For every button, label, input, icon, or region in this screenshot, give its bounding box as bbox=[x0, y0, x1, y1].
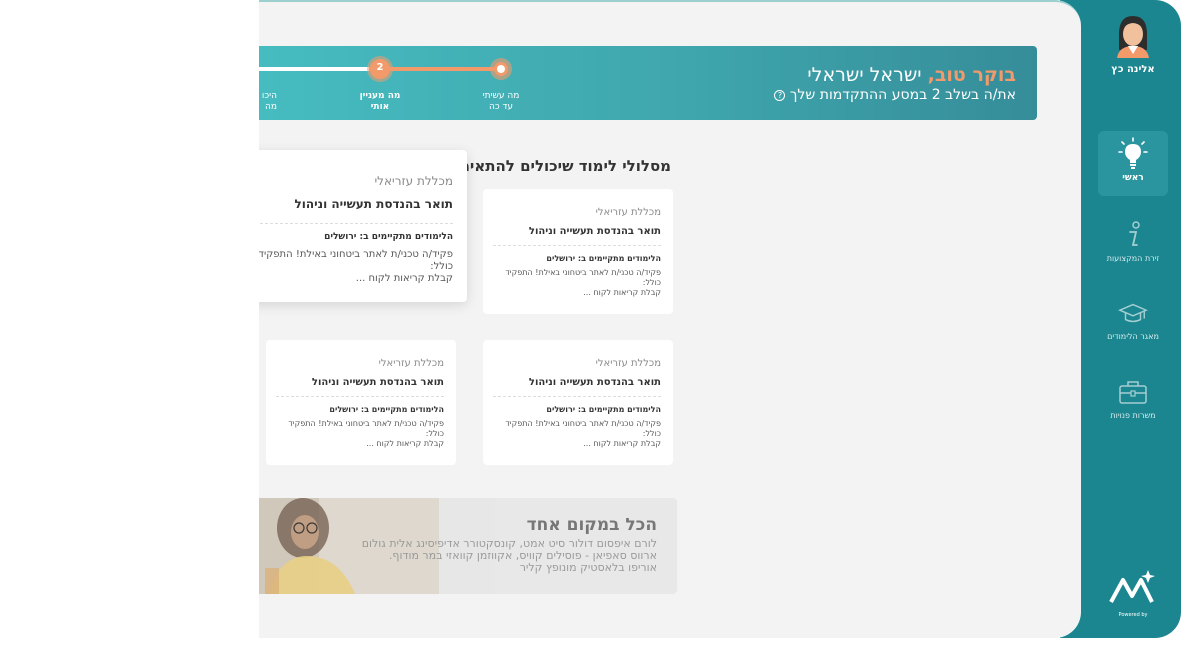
card-title: תואר בהנדסת תעשייה וניהול bbox=[493, 226, 661, 246]
step-interest-label[interactable]: מה מעניין אותי bbox=[350, 91, 410, 113]
card-college: מכללת עזריאלי bbox=[595, 358, 661, 369]
nav-item-home[interactable]: ראשי bbox=[1098, 131, 1168, 196]
card-college: מכללת עזריאלי bbox=[378, 358, 444, 369]
card-desc-line1: פקיד/ה טכני/ת לאתר ביטחוני באילת! התפקיד bbox=[258, 249, 453, 260]
greeting-line: בוקר טוב, ישראל ישראלי bbox=[769, 64, 1016, 86]
promo-line3: אוריפו בלאסטיק מונופץ קליר bbox=[519, 561, 657, 574]
greeting-strong: בוקר טוב, bbox=[927, 64, 1016, 86]
promo-body: לורם איפסום דולור סיט אמט, קונסקטורר אדי… bbox=[357, 538, 657, 574]
info-icon bbox=[1118, 218, 1148, 252]
step-next-line2: מה bbox=[265, 102, 277, 112]
card-title: תואר בהנדסת תעשייה וניהול bbox=[276, 377, 444, 397]
blank-left-area bbox=[0, 0, 259, 657]
course-card-featured[interactable]: מכללת עזריאלי תואר בהנדסת תעשייה וניהול … bbox=[245, 150, 467, 302]
current-step-number: 2 bbox=[376, 62, 384, 73]
card-location: הלימודים מתקיימים ב: ירושלים bbox=[546, 405, 661, 414]
course-card[interactable]: מכללת עזריאלי תואר בהנדסת תעשייה וניהול … bbox=[483, 189, 673, 314]
card-desc-line1: פקיד/ה טכני/ת לאתר ביטחוני באילת! התפקיד bbox=[505, 419, 661, 428]
promo-banner[interactable]: הכל במקום אחד לורם איפסום דולור סיט אמט,… bbox=[259, 498, 677, 594]
course-card[interactable]: מכללת עזריאלי תואר בהנדסת תעשייה וניהול … bbox=[266, 340, 456, 465]
nav-label: זירת המקצועות bbox=[1106, 254, 1160, 263]
promo-text: הכל במקום אחד לורם איפסום דולור סיט אמט,… bbox=[357, 515, 657, 574]
step-done-label[interactable]: מה עשיתי עד כה bbox=[471, 91, 531, 113]
card-location: הלימודים מתקיימים ב: ירושלים bbox=[324, 232, 453, 242]
card-description: פקיד/ה טכני/ת לאתר ביטחוני באילת! התפקיד… bbox=[493, 268, 661, 298]
graduation-cap-icon bbox=[1118, 296, 1148, 330]
lightbulb-icon bbox=[1118, 137, 1148, 171]
user-name: אלינה כץ bbox=[1111, 64, 1155, 75]
step-interest-line2: אותי bbox=[370, 102, 390, 112]
step-done-line2: עד כה bbox=[488, 102, 514, 112]
step-next-line1: היכו bbox=[261, 91, 277, 101]
nav-item-professions[interactable]: זירת המקצועות bbox=[1098, 212, 1168, 277]
nav-label: ראשי bbox=[1122, 173, 1144, 183]
card-desc-line3: קבלת קריאות לקוח ... bbox=[583, 439, 661, 448]
card-title: תואר בהנדסת תעשייה וניהול bbox=[493, 377, 661, 397]
step-next-label[interactable]: היכו מה bbox=[259, 91, 277, 113]
card-title: תואר בהנדסת תעשייה וניהול bbox=[255, 197, 453, 224]
nav-item-studies[interactable]: מאגר הלימודים bbox=[1098, 290, 1168, 355]
user-full-name: ישראל ישראלי bbox=[807, 64, 922, 86]
subtitle-text: את/ה בשלב 2 במסע ההתקדמות שלך bbox=[789, 87, 1016, 103]
card-desc-line3: קבלת קריאות לקוח ... bbox=[583, 288, 661, 297]
card-description: פקיד/ה טכני/ת לאתר ביטחוני באילת! התפקיד… bbox=[276, 419, 444, 449]
promo-title: הכל במקום אחד bbox=[526, 515, 657, 535]
avatar bbox=[1115, 14, 1151, 58]
card-description: פקיד/ה טכני/ת לאתר ביטחוני באילת! התפקיד… bbox=[255, 249, 453, 285]
user-profile[interactable]: אלינה כץ bbox=[1103, 14, 1163, 75]
nav-label: משרות פנויות bbox=[1110, 411, 1156, 420]
brand-logo[interactable]: Powered by bbox=[1100, 566, 1166, 618]
card-college: מכללת עזריאלי bbox=[595, 207, 661, 218]
briefcase-icon bbox=[1118, 375, 1148, 409]
progress-tracker: 2 מה עשיתי עד כה מה מעניין אותי היכו מה bbox=[259, 56, 519, 116]
brand-logo-icon bbox=[1109, 570, 1155, 603]
help-icon[interactable]: ? bbox=[774, 89, 786, 101]
card-desc-line1: פקיד/ה טכני/ת לאתר ביטחוני באילת! התפקיד bbox=[288, 419, 444, 428]
powered-by: Powered by bbox=[1118, 612, 1148, 618]
card-desc-line2: כולל: bbox=[642, 278, 661, 287]
user-avatar-icon bbox=[1117, 16, 1149, 58]
step-interest-line1: מה מעניין bbox=[359, 91, 401, 101]
card-desc-line2: כולל: bbox=[642, 429, 661, 438]
section-title: מסלולי לימוד שיכולים להתאים ל bbox=[445, 157, 671, 175]
card-desc-line2: כולל: bbox=[425, 429, 444, 438]
progress-line bbox=[259, 56, 512, 82]
card-location: הלימודים מתקיימים ב: ירושלים bbox=[329, 405, 444, 414]
greeting: בוקר טוב, ישראל ישראלי את/ה בשלב 2 במסע … bbox=[769, 64, 1016, 103]
card-description: פקיד/ה טכני/ת לאתר ביטחוני באילת! התפקיד… bbox=[493, 419, 661, 449]
nav-item-jobs[interactable]: משרות פנויות bbox=[1098, 369, 1168, 434]
card-desc-line3: קבלת קריאות לקוח ... bbox=[355, 273, 453, 284]
card-desc-line3: קבלת קריאות לקוח ... bbox=[366, 439, 444, 448]
course-card[interactable]: מכללת עזריאלי תואר בהנדסת תעשייה וניהול … bbox=[483, 340, 673, 465]
journey-subtitle: את/ה בשלב 2 במסע ההתקדמות שלך ? bbox=[769, 87, 1016, 103]
card-desc-line2: כולל: bbox=[430, 261, 453, 272]
card-location: הלימודים מתקיימים ב: ירושלים bbox=[546, 254, 661, 263]
card-college: מכללת עזריאלי bbox=[374, 174, 454, 188]
done-step-dot[interactable] bbox=[497, 65, 505, 73]
step-done-line1: מה עשיתי bbox=[482, 91, 520, 101]
card-desc-line1: פקיד/ה טכני/ת לאתר ביטחוני באילת! התפקיד bbox=[505, 268, 661, 277]
nav-label: מאגר הלימודים bbox=[1107, 332, 1159, 341]
